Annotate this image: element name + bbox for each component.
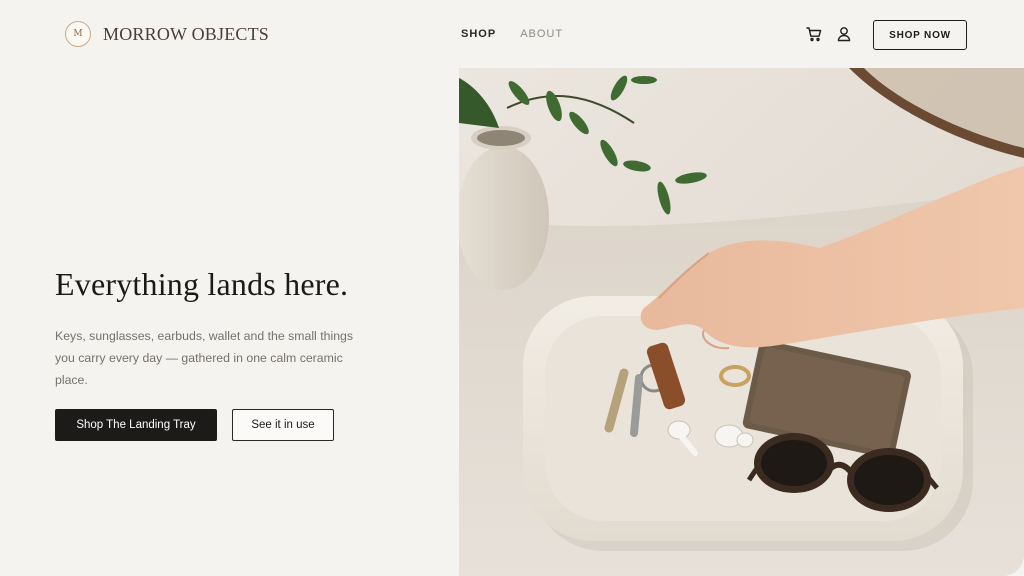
shop-now-button[interactable]: SHOP NOW [873, 20, 967, 50]
see-it-in-use-button[interactable]: See it in use [232, 409, 334, 441]
brand-monogram: M [65, 21, 91, 47]
cart-icon[interactable] [805, 25, 823, 43]
site-header: M MORROW OBJECTS SHOP ABOUT SHOP NOW [0, 0, 1024, 68]
brand-logo[interactable]: M MORROW OBJECTS [65, 21, 269, 47]
nav-item-about[interactable]: ABOUT [520, 28, 563, 40]
hero-description: Keys, sunglasses, earbuds, wallet and th… [55, 329, 354, 387]
main-nav: SHOP ABOUT [461, 28, 563, 40]
hero-title: Everything lands here. [55, 266, 349, 302]
user-icon[interactable] [835, 25, 853, 43]
brand-name: MORROW OBJECTS [103, 23, 269, 44]
shop-landing-tray-button[interactable]: Shop The Landing Tray [55, 409, 217, 441]
nav-item-shop[interactable]: SHOP [461, 28, 496, 40]
hero-product-image [459, 68, 1024, 576]
landing-page: M MORROW OBJECTS SHOP ABOUT SHOP NOW Eve… [0, 0, 1024, 576]
